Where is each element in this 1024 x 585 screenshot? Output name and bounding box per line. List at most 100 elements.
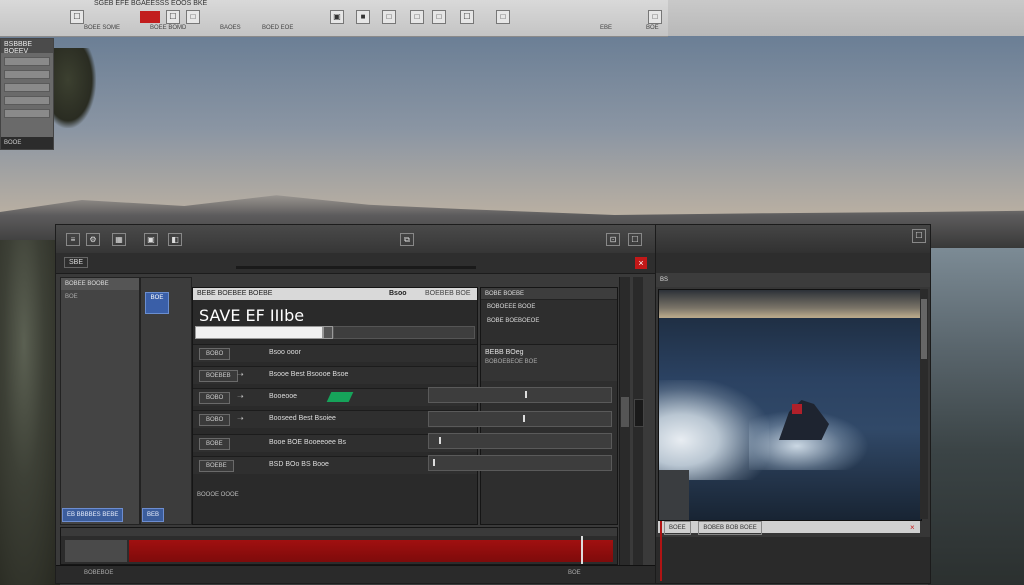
- image-rock: [659, 470, 689, 520]
- toolbar-sub-label: BAOES: [220, 25, 241, 31]
- property-key[interactable]: BOBO: [199, 348, 231, 360]
- properties-bar[interactable]: BOBE BOEBE: [481, 288, 617, 300]
- name-input[interactable]: [195, 326, 323, 339]
- property-value: Bsooe Best Bsoooe Bsoe: [269, 371, 349, 378]
- value-slider[interactable]: [428, 455, 612, 471]
- toolbar-icon-10[interactable]: □: [496, 10, 510, 24]
- slider-knob[interactable]: [525, 391, 527, 398]
- toolbar-icon-8[interactable]: □: [432, 10, 446, 24]
- property-row[interactable]: BOBO Bsoo ooor: [193, 344, 477, 362]
- close-button[interactable]: ×: [635, 257, 647, 269]
- menu-icon[interactable]: ≡: [66, 233, 80, 246]
- floating-panel: BSBBBE BOEEV BOOE: [0, 38, 54, 150]
- tab-main[interactable]: SBE: [64, 257, 89, 268]
- floating-panel-field[interactable]: [4, 57, 50, 66]
- status-chip-small[interactable]: BEB: [142, 508, 165, 522]
- floating-panel-field[interactable]: [4, 70, 50, 79]
- window-icon[interactable]: ⊡: [606, 233, 620, 246]
- toolbar-icon-4[interactable]: ▣: [330, 10, 344, 24]
- floating-panel-footer: BOOE: [1, 137, 53, 149]
- vertical-scrollbar[interactable]: [619, 277, 630, 575]
- close-icon[interactable]: ×: [910, 523, 915, 532]
- timeline[interactable]: [60, 527, 618, 565]
- sea-background: [928, 248, 1024, 585]
- value-slider[interactable]: [428, 433, 612, 449]
- property-key[interactable]: BOEBE: [199, 460, 234, 472]
- property-value: Bsoo ooor: [269, 349, 301, 356]
- toolbar-icon-5[interactable]: ■: [356, 10, 370, 24]
- toolbar-icon-6[interactable]: □: [382, 10, 396, 24]
- toolbar-icon-3[interactable]: □: [186, 10, 200, 24]
- preview-chip[interactable]: BOBEB BOB BOEE: [698, 521, 762, 535]
- arrow-icon: ➝: [237, 414, 244, 423]
- editor-window: ≡ ⚙ ▦ ▣ ◧ ⧉ ⊡ ☐ SBE × BOBEE BOOBE BOE BO…: [55, 224, 657, 584]
- toolbar-icon-1[interactable]: ☐: [70, 10, 84, 24]
- zoom-slider[interactable]: [236, 266, 476, 269]
- layer-chip[interactable]: BOE: [145, 292, 169, 314]
- active-tag: [326, 392, 354, 402]
- toolbar-sub-label: BOEE SOME: [84, 25, 121, 31]
- editor-title: SAVE EF IIIbe: [199, 306, 305, 325]
- layout-icon[interactable]: ▣: [144, 233, 158, 246]
- timeline-ruler[interactable]: [61, 528, 617, 536]
- editor-header: BEBE BOEBEE BOEBE Bsoo BOEBEB BOE: [193, 288, 477, 300]
- property-row[interactable]: BOEBEB ➝ Bsooe Best Bsoooe Bsoe: [193, 366, 477, 384]
- timeline-clip[interactable]: [129, 540, 613, 562]
- floating-panel-field[interactable]: [4, 109, 50, 118]
- record-button[interactable]: [140, 11, 160, 23]
- status-left: BOBEBOE: [84, 570, 114, 576]
- toolbar-icon-11[interactable]: □: [648, 10, 662, 24]
- toolbar-icon-7[interactable]: □: [410, 10, 424, 24]
- secondary-input[interactable]: [333, 326, 475, 339]
- value-slider[interactable]: [428, 411, 612, 427]
- preview-footer: BOEE BOBEB BOB BOEE: [658, 521, 920, 535]
- property-value: BSD BOo BS Booe: [269, 461, 329, 468]
- slider-knob[interactable]: [439, 437, 441, 444]
- property-key[interactable]: BOBO: [199, 392, 231, 404]
- sidebar-header: BOBEE BOOBE: [61, 278, 139, 290]
- preview-header: BS: [656, 273, 930, 287]
- toolbar-icon-9[interactable]: ☐: [460, 10, 474, 24]
- status-chip[interactable]: EB BBBBES BEBE: [62, 508, 124, 522]
- editor-footer: BOOOE OOOE: [197, 492, 239, 498]
- left-sidebar: BOBEE BOOBE BOE: [60, 277, 140, 525]
- scrollbar-thumb[interactable]: [634, 399, 644, 427]
- settings-icon[interactable]: ⚙: [86, 233, 100, 246]
- copy-icon[interactable]: ⧉: [400, 233, 414, 246]
- top-toolbar-extension: [668, 0, 1024, 36]
- properties-box-sub: BOBOEBEOE BOE: [485, 359, 538, 365]
- maximize-icon[interactable]: ☐: [912, 229, 926, 243]
- properties-box[interactable]: BEBB BOeg BOBOEBEOE BOE: [481, 344, 617, 381]
- properties-item[interactable]: BOBOEEE BOOE: [487, 304, 535, 310]
- floating-panel-field[interactable]: [4, 83, 50, 92]
- editor-panel: BEBE BOEBEE BOEBE Bsoo BOEBEB BOE SAVE E…: [192, 287, 478, 525]
- name-input-dropdown[interactable]: [323, 326, 333, 339]
- maximize-icon[interactable]: ☐: [628, 233, 642, 246]
- properties-item[interactable]: BOBE BOEBOEOE: [487, 318, 539, 324]
- floating-panel-field[interactable]: [4, 96, 50, 105]
- property-key[interactable]: BOBE: [199, 438, 230, 450]
- sidebar-item[interactable]: BOE: [65, 294, 135, 300]
- playhead[interactable]: [581, 536, 583, 564]
- toolbar-icon-2[interactable]: ☐: [166, 10, 180, 24]
- vertical-scrollbar-2[interactable]: [633, 277, 644, 575]
- scrollbar-thumb[interactable]: [921, 299, 927, 359]
- value-slider[interactable]: [428, 387, 612, 403]
- slider-knob[interactable]: [433, 459, 435, 466]
- preview-toolbar: [656, 253, 930, 273]
- property-key[interactable]: BOBO: [199, 414, 231, 426]
- editor-header-left: BEBE BOEBEE BOEBE: [197, 290, 273, 297]
- preview-chip[interactable]: BOEE: [664, 521, 691, 535]
- preview-scrollbar[interactable]: [920, 289, 928, 519]
- property-key[interactable]: BOEBEB: [199, 370, 238, 382]
- panel-icon[interactable]: ◧: [168, 233, 182, 246]
- tab-bar: SBE: [56, 253, 656, 274]
- app-title: SGEB EFE BGAEESSS EOOS BKE: [94, 0, 208, 7]
- preview-image: [658, 289, 922, 521]
- floating-panel-title: BSBBBE BOEEV: [1, 39, 53, 55]
- slider-knob[interactable]: [523, 415, 525, 422]
- layer-panel: BOE: [140, 277, 192, 525]
- grid-icon[interactable]: ▦: [112, 233, 126, 246]
- scrollbar-thumb[interactable]: [621, 397, 629, 427]
- toolbar-sub-label: BOED EOE: [262, 25, 294, 31]
